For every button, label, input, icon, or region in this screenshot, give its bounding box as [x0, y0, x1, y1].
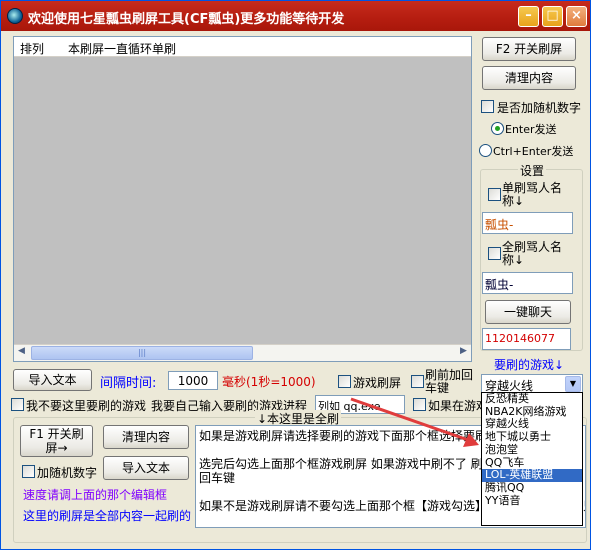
- game-select-label: 要刷的游戏↓: [494, 358, 565, 372]
- horizontal-scrollbar[interactable]: ◀ ||| ▶: [14, 344, 471, 361]
- random-number-label: 是否加随机数字: [497, 101, 582, 115]
- no-game-label: 我不要这里要刷的游戏: [26, 399, 147, 413]
- game-option[interactable]: 泡泡堂: [482, 443, 582, 457]
- interval-input[interactable]: 1000: [168, 371, 218, 390]
- single-name-input[interactable]: 瓢虫-: [482, 212, 573, 234]
- single-name-checkbox[interactable]: [488, 188, 501, 201]
- ctrl-enter-send-radio[interactable]: [479, 144, 492, 157]
- speed-note: 速度请调上面的那个编辑框: [23, 488, 168, 502]
- game-options-list[interactable]: 反恐精英 NBA2K网络游戏 穿越火线 地下城以勇士 泡泡堂 QQ飞车 LOL-…: [481, 392, 583, 526]
- f1-toggle-button[interactable]: F1 开关刷屏→: [20, 425, 93, 457]
- title-bar: 欢迎使用七星瓢虫刷屏工具(CF瓢虫)更多功能等待开发 – □ ×: [1, 1, 590, 31]
- ms-hint-label: 毫秒(1秒=1000): [222, 375, 316, 389]
- list-header: 排列 本刷屏一直循环单刷: [14, 37, 471, 57]
- multi-name-label: 全刷骂人名称↓: [502, 240, 563, 267]
- random-number-checkbox[interactable]: [481, 100, 494, 113]
- f2-toggle-button[interactable]: F2 开关刷屏: [482, 37, 576, 61]
- message-list[interactable]: 排列 本刷屏一直循环单刷 ◀ ||| ▶: [13, 36, 472, 362]
- ladybug-app-icon: [7, 8, 23, 24]
- game-option[interactable]: 腾讯QQ: [482, 481, 582, 495]
- enter-send-radio[interactable]: [491, 122, 504, 135]
- multi-name-input[interactable]: 瓢虫-: [482, 272, 573, 294]
- window-title: 欢迎使用七星瓢虫刷屏工具(CF瓢虫)更多功能等待开发: [28, 12, 345, 27]
- game-refresh-label: 游戏刷屏: [353, 376, 402, 390]
- close-icon[interactable]: ×: [566, 6, 587, 27]
- ctrl-enter-send-label: Ctrl+Enter发送: [493, 145, 574, 158]
- return-key-checkbox[interactable]: [411, 375, 424, 388]
- multi-name-checkbox[interactable]: [488, 247, 501, 260]
- scroll-left-icon[interactable]: ◀: [18, 346, 25, 356]
- settings-title: 设置: [518, 162, 547, 179]
- enter-send-label: Enter发送: [505, 123, 557, 136]
- in-game-checkbox[interactable]: [413, 398, 426, 411]
- lower-clear-content-button[interactable]: 清理内容: [103, 425, 189, 449]
- scroll-right-icon[interactable]: ▶: [460, 346, 467, 356]
- scroll-thumb[interactable]: |||: [31, 346, 253, 360]
- qq-number-input[interactable]: 1120146077: [482, 328, 571, 350]
- column-header-mode[interactable]: 本刷屏一直循环单刷: [68, 40, 176, 57]
- no-game-checkbox[interactable]: [11, 398, 24, 411]
- game-option[interactable]: YY语音: [482, 494, 582, 508]
- single-name-label: 单刷骂人名称↓: [502, 181, 563, 208]
- game-refresh-checkbox[interactable]: [338, 375, 351, 388]
- game-option[interactable]: 地下城以勇士: [482, 430, 582, 444]
- minimize-icon[interactable]: –: [518, 6, 539, 27]
- lower-random-number-checkbox[interactable]: [22, 465, 35, 478]
- return-key-label: 刷前加回车键: [425, 368, 474, 395]
- app-window: 欢迎使用七星瓢虫刷屏工具(CF瓢虫)更多功能等待开发 – □ × 排列 本刷屏一…: [0, 0, 591, 550]
- full-refresh-note: 这里的刷屏是全部内容一起刷的: [23, 509, 192, 523]
- column-header-index[interactable]: 排列: [20, 40, 44, 57]
- one-click-chat-button[interactable]: 一键聊天: [485, 300, 571, 324]
- game-option[interactable]: 反恐精英: [482, 393, 582, 406]
- interval-label: 间隔时间:: [100, 376, 157, 391]
- clear-content-button[interactable]: 清理内容: [482, 66, 576, 90]
- lower-random-number-label: 加随机数字: [37, 466, 98, 480]
- in-game-label: 如果在游戏: [428, 399, 489, 413]
- lower-import-text-button[interactable]: 导入文本: [103, 456, 189, 480]
- import-text-button[interactable]: 导入文本: [13, 369, 92, 391]
- maximize-icon[interactable]: □: [542, 6, 563, 27]
- game-select-dropdown[interactable]: 穿越火线 ▼: [481, 374, 583, 394]
- chevron-down-icon[interactable]: ▼: [565, 376, 581, 392]
